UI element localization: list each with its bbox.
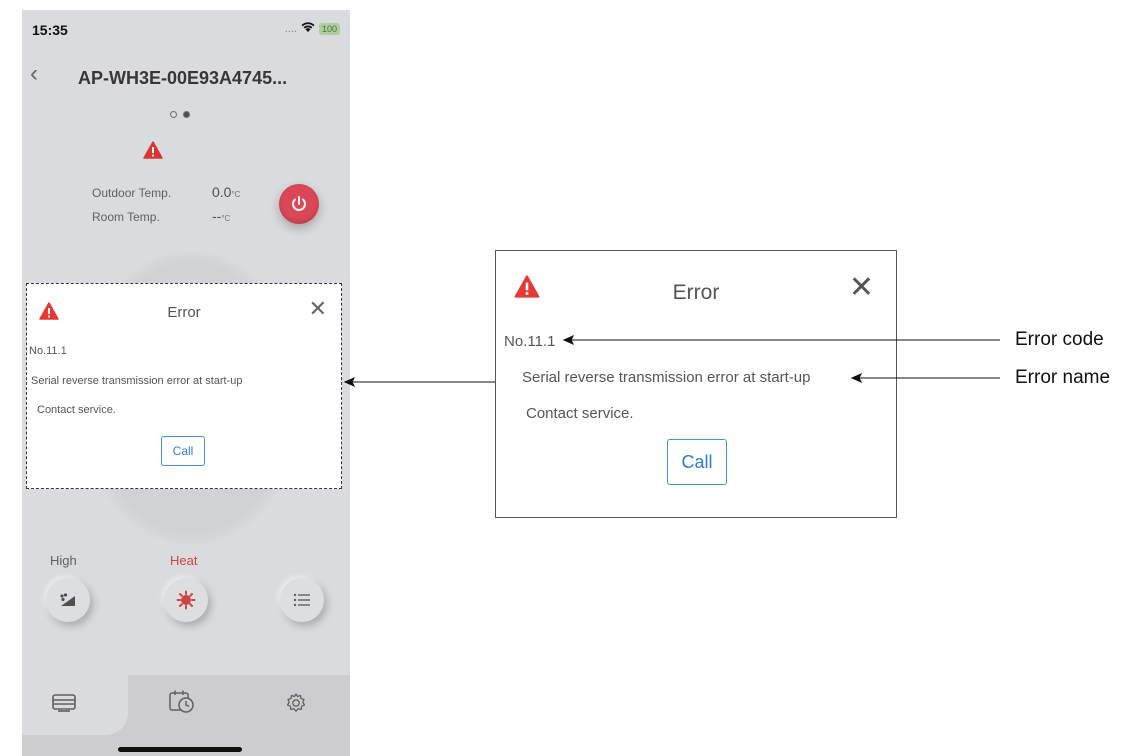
error-code-annotation: Error code xyxy=(1015,329,1104,350)
callout-lines xyxy=(343,334,1000,388)
error-name-annotation: Error name xyxy=(1015,367,1111,388)
